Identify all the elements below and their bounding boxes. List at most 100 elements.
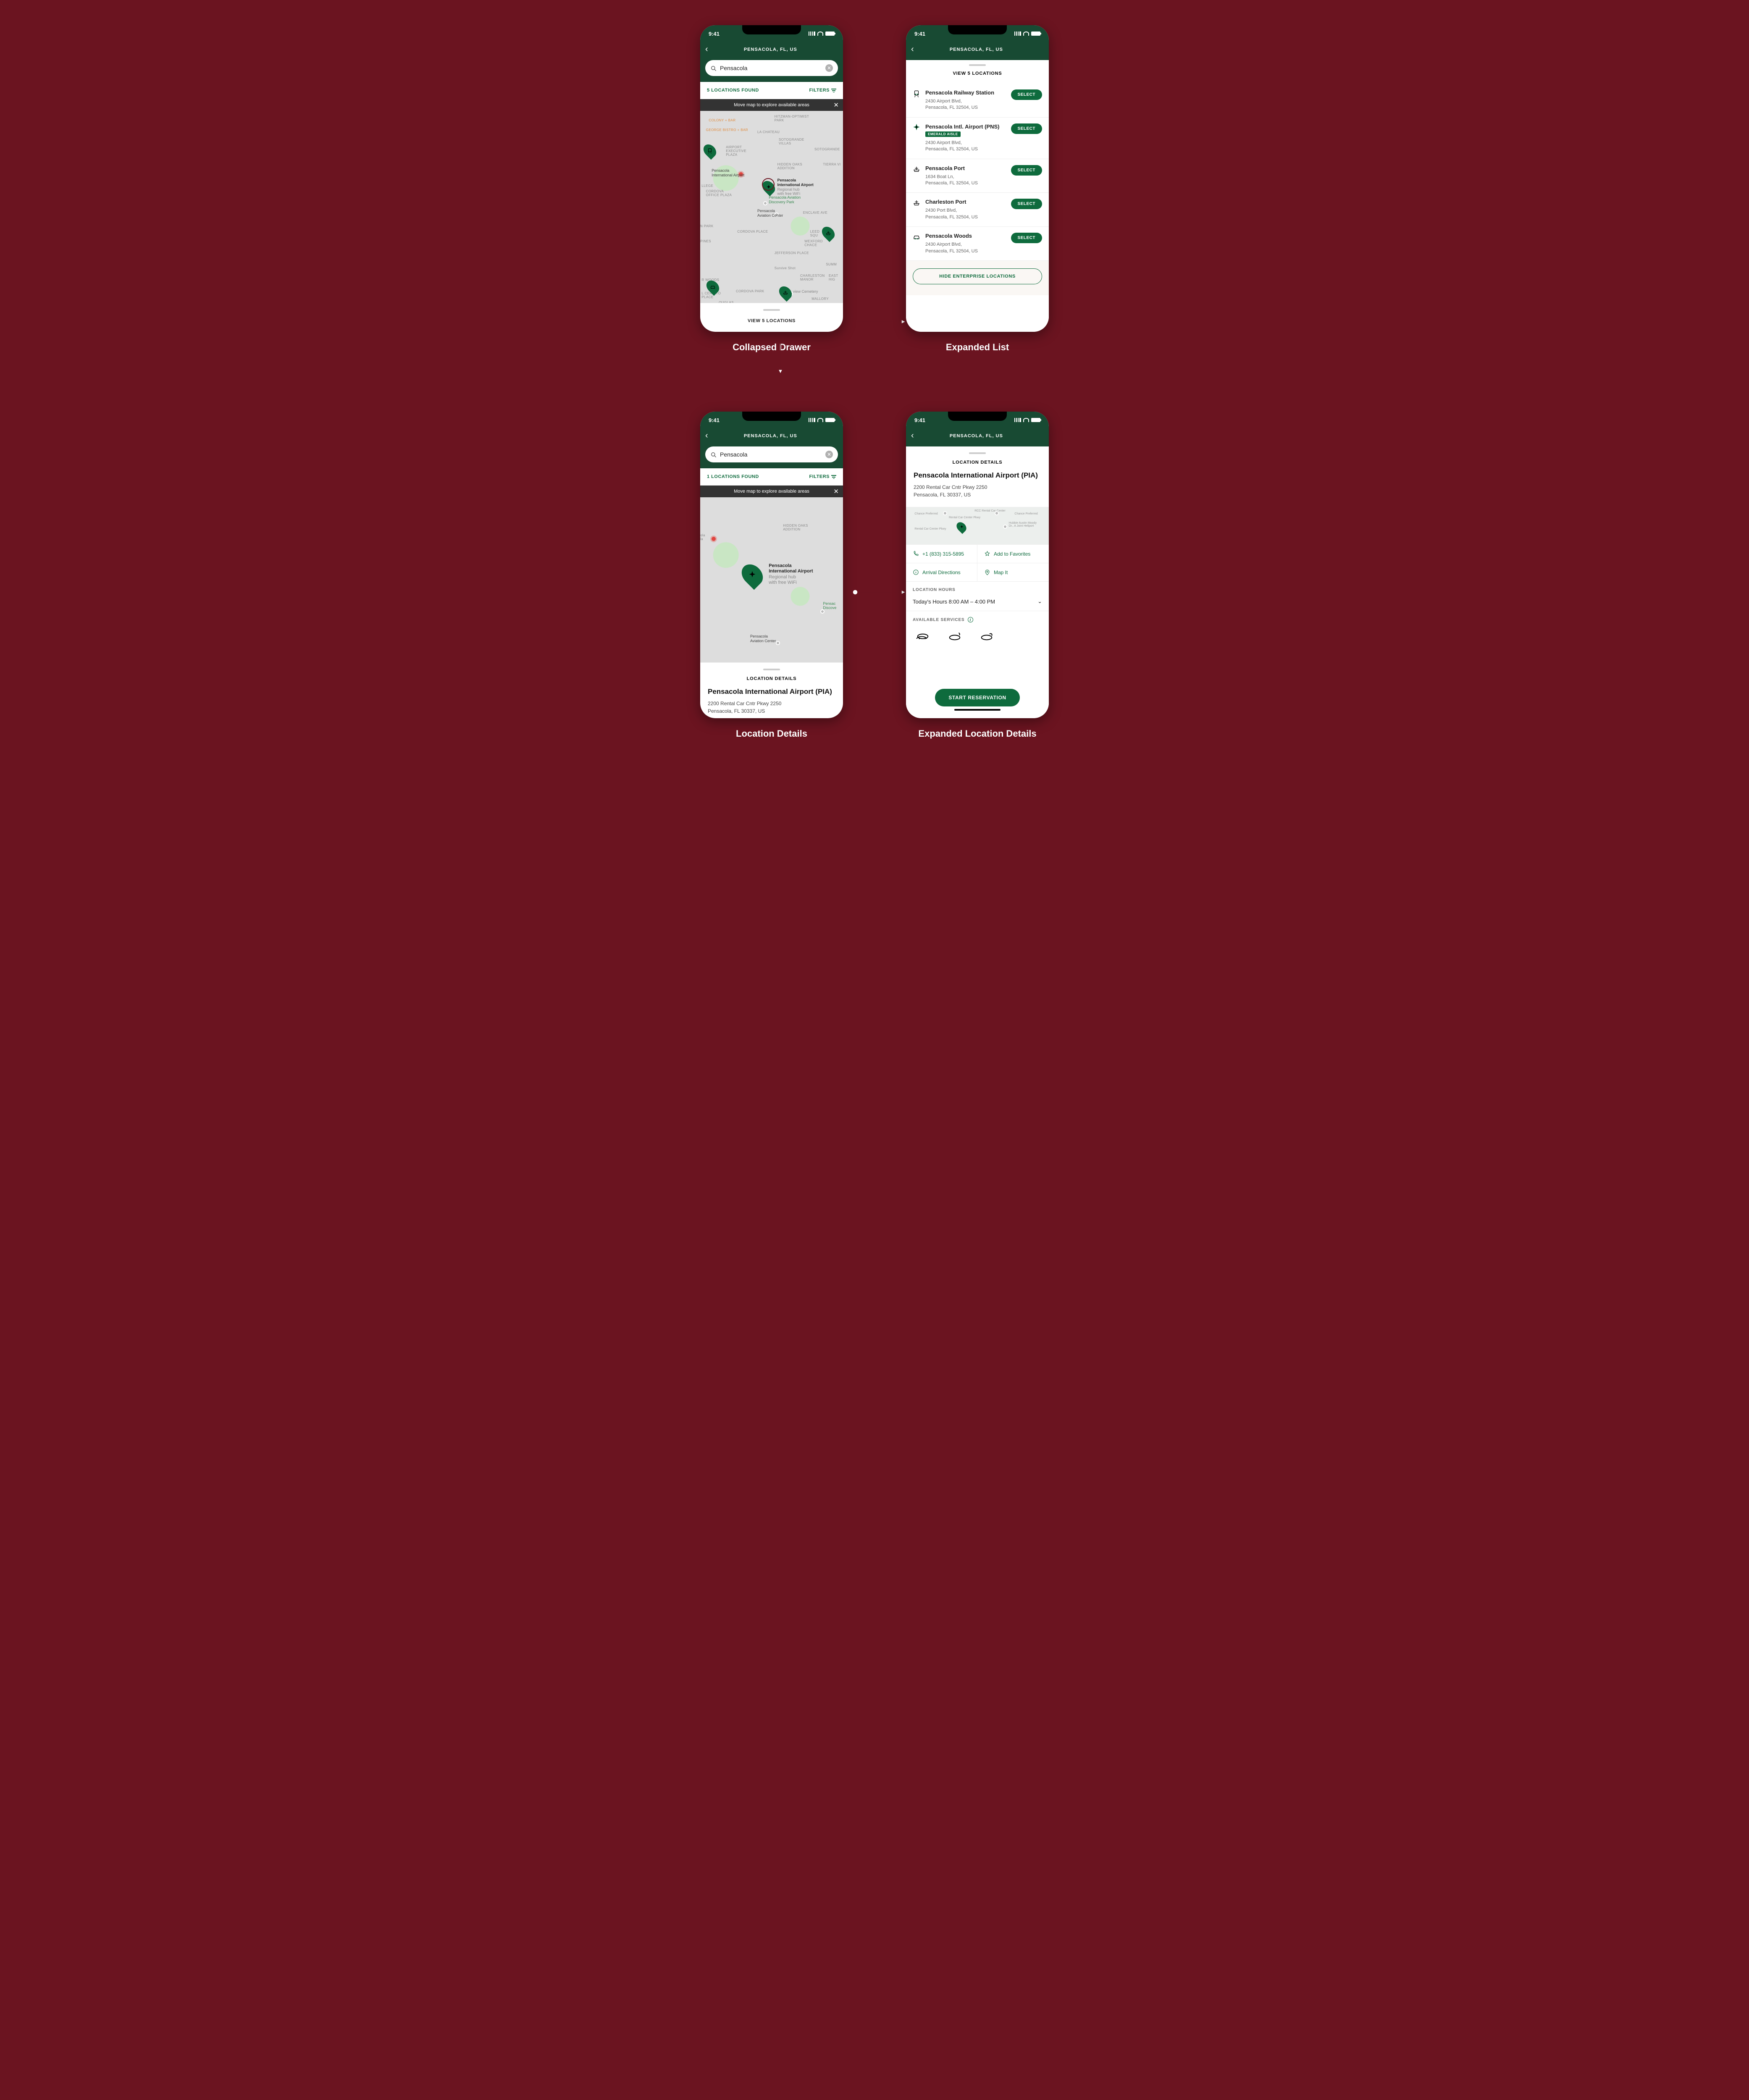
- status-bar: 9:41: [906, 25, 1049, 42]
- drawer-handle[interactable]: [763, 309, 780, 311]
- map-pin-airport[interactable]: [738, 560, 767, 590]
- banner-close-button[interactable]: ✕: [833, 488, 839, 495]
- search-input[interactable]: [720, 65, 822, 71]
- mini-map-label: RCC Rental Car Center: [974, 509, 1006, 512]
- favorite-action[interactable]: Add to Favorites: [977, 545, 1049, 563]
- map-poi-grey[interactable]: [776, 641, 780, 645]
- start-reservation-button[interactable]: START RESERVATION: [935, 689, 1019, 706]
- back-button[interactable]: ‹: [911, 45, 914, 54]
- clear-search-button[interactable]: ✕: [825, 451, 833, 458]
- location-address-line1: 2200 Rental Car Cntr Pkwy 2250: [708, 700, 835, 707]
- map-label: MALLORY: [811, 297, 829, 301]
- select-location-button[interactable]: SELECT: [1011, 89, 1042, 100]
- map-it-action[interactable]: Map It: [977, 563, 1049, 581]
- location-row[interactable]: Charleston Port 2430 Port Blvd,Pensacola…: [906, 193, 1049, 227]
- rail-icon: [913, 90, 920, 97]
- location-name: Pensacola Railway Station: [925, 89, 1006, 96]
- service-icon: [913, 628, 933, 641]
- map-pin-rail[interactable]: [701, 142, 719, 159]
- location-row[interactable]: Pensacola Port 1634 Boat Ln,Pensacola, F…: [906, 159, 1049, 193]
- status-time: 9:41: [914, 31, 925, 37]
- call-action[interactable]: +1 (833) 315-5895: [906, 545, 977, 563]
- header: ‹ PENSACOLA, FL, US: [906, 428, 1049, 446]
- back-button[interactable]: ‹: [705, 431, 708, 441]
- select-location-button[interactable]: SELECT: [1011, 199, 1042, 209]
- battery-icon: [825, 32, 835, 36]
- drawer-handle[interactable]: [969, 64, 986, 66]
- hours-expander[interactable]: Today's Hours 8:00 AM – 4:00 PM ⌄: [906, 596, 1049, 611]
- map[interactable]: Hitzman-OptimistPark Colony + Bar George…: [700, 111, 843, 303]
- location-row[interactable]: Pensacola Woods 2430 Airport Blvd,Pensac…: [906, 227, 1049, 261]
- map-label: EASTHIG: [829, 274, 838, 281]
- map-label: Survive Shot: [775, 266, 796, 270]
- notch: [948, 25, 1007, 34]
- map-poi-label: PensacDiscove: [823, 601, 836, 611]
- view-locations-link[interactable]: VIEW 5 LOCATIONS: [748, 318, 796, 323]
- map-poi-label: PensacolaInternational Airport: [712, 168, 744, 178]
- map-label: HIDDEN OAKSADDITION: [783, 524, 808, 531]
- filters-button[interactable]: FILTERS: [809, 88, 836, 93]
- hide-enterprise-button[interactable]: HIDE ENTERPRISE LOCATIONS: [913, 268, 1042, 284]
- search-field[interactable]: ✕: [705, 60, 838, 76]
- battery-icon: [1031, 32, 1040, 36]
- section-title: LOCATION DETAILS: [914, 460, 1041, 465]
- location-row[interactable]: Pensacola Intl. Airport (PNS) EMERALD AI…: [906, 118, 1049, 159]
- mini-map-label: Hubbie Austin MoodyDr., A Joint Heliport: [1009, 522, 1037, 528]
- drawer-handle[interactable]: [763, 669, 780, 670]
- map-label: CORDOVA PLACE: [737, 230, 768, 234]
- location-address-line2: Pensacola, FL 30337, US: [708, 707, 835, 715]
- caption: Location Details: [736, 728, 807, 739]
- header: ‹ PENSACOLA, FL, US: [700, 428, 843, 446]
- map[interactable]: HIDDEN OAKSADDITION olala PensacDiscove …: [700, 497, 843, 662]
- mini-map[interactable]: RCC Rental Car Center Rental Car Center …: [906, 507, 1049, 545]
- search-input[interactable]: [720, 451, 822, 458]
- location-row[interactable]: Pensacola Railway Station 2430 Airport B…: [906, 84, 1049, 118]
- notch: [948, 412, 1007, 421]
- banner-close-button[interactable]: ✕: [833, 101, 839, 109]
- map-label: WEXFORDCHACE: [804, 239, 823, 247]
- filters-label: FILTERS: [809, 474, 830, 479]
- select-location-button[interactable]: SELECT: [1011, 233, 1042, 243]
- car-icon: [913, 233, 920, 241]
- select-location-button[interactable]: SELECT: [1011, 165, 1042, 176]
- map-label: SOTOGRANDEVILLAS: [779, 138, 804, 145]
- battery-icon: [1031, 418, 1040, 422]
- status-bar: 9:41: [700, 412, 843, 428]
- map-pin-airport[interactable]: [955, 520, 969, 534]
- map-pin-label: PensacolaInternational AirportRegional h…: [769, 563, 813, 585]
- arrival-directions-action[interactable]: Arrival Directions: [906, 563, 977, 581]
- caption: Expanded Location Details: [918, 728, 1036, 739]
- details-content: LOCATION DETAILS Pensacola International…: [906, 446, 1049, 718]
- wifi-icon: [1023, 418, 1029, 422]
- bottom-drawer[interactable]: VIEW 5 LOCATIONS: [700, 303, 843, 332]
- map-label: Hitzman-OptimistPark: [775, 115, 809, 122]
- details-drawer[interactable]: LOCATION DETAILS Pensacola International…: [700, 662, 843, 718]
- port-icon: [913, 199, 920, 207]
- drawer-handle[interactable]: [969, 452, 986, 454]
- results-count: 1 LOCATIONS FOUND: [707, 474, 759, 479]
- services-row: [906, 626, 1049, 675]
- select-location-button[interactable]: SELECT: [1011, 123, 1042, 134]
- signal-icon: [809, 32, 815, 36]
- status-icons: [809, 418, 835, 422]
- page-title: PENSACOLA, FL, US: [917, 47, 1035, 52]
- search-field[interactable]: ✕: [705, 446, 838, 462]
- map-label: Colony + Bar: [709, 118, 735, 122]
- location-address-line2: Pensacola, FL 30337, US: [914, 491, 1041, 499]
- info-icon[interactable]: i: [968, 617, 973, 622]
- filters-button[interactable]: FILTERS: [809, 474, 836, 479]
- signal-icon: [1014, 418, 1021, 422]
- back-button[interactable]: ‹: [705, 45, 708, 54]
- service-icon: [977, 628, 997, 641]
- map-poi-grey[interactable]: [763, 201, 767, 205]
- mini-map-label: Rental Car Center Pkwy: [949, 516, 980, 519]
- map-hint-banner: Move map to explore available areas ✕: [700, 486, 843, 497]
- map-poi-red[interactable]: [712, 537, 716, 541]
- location-name: Pensacola International Airport (PIA): [708, 687, 835, 696]
- search-icon: [710, 452, 717, 458]
- map-poi-label: view Cemetery: [793, 289, 818, 294]
- clear-search-button[interactable]: ✕: [825, 64, 833, 72]
- back-button[interactable]: ‹: [911, 431, 914, 441]
- wifi-icon: [817, 32, 823, 36]
- wifi-icon: [1023, 32, 1029, 36]
